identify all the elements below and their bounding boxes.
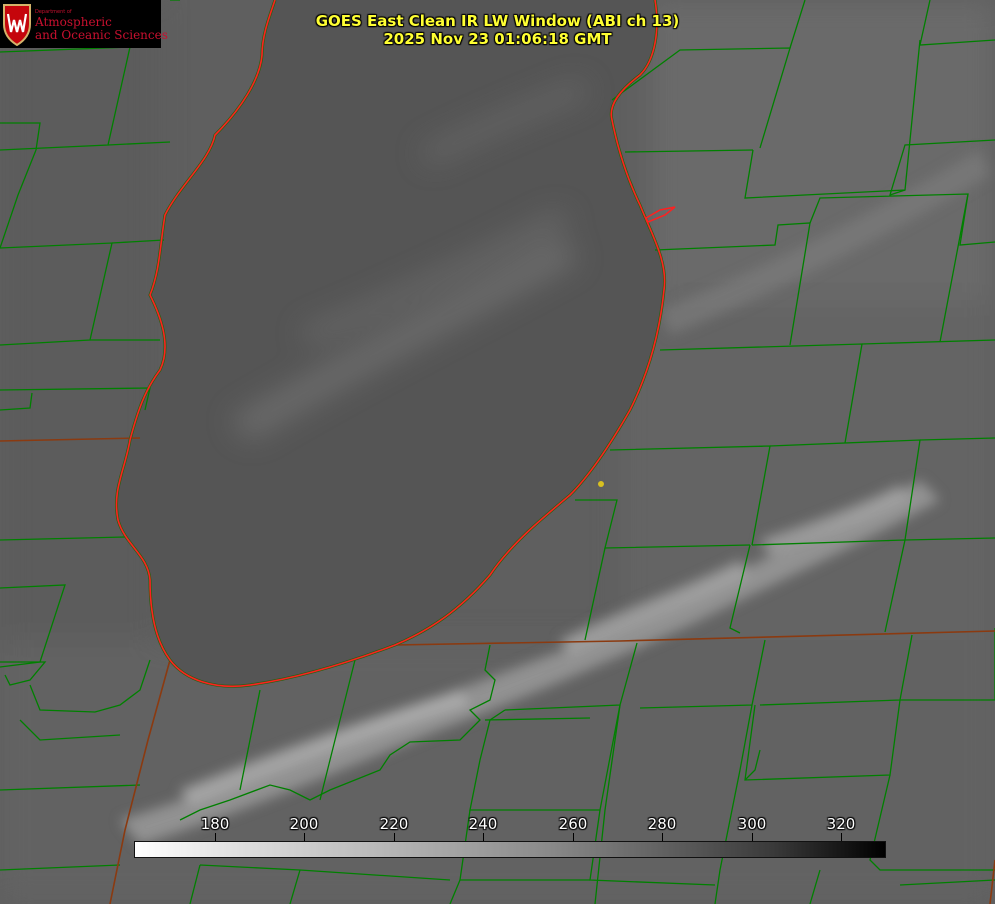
colorbar-tick-label: 260 <box>558 815 588 833</box>
colorbar-tick <box>662 833 663 841</box>
satellite-map <box>0 0 995 904</box>
colorbar-tick <box>304 833 305 841</box>
colorbar-tick <box>394 833 395 841</box>
colorbar-tick-label: 280 <box>647 815 677 833</box>
colorbar-tick <box>573 833 574 841</box>
colorbar-tick <box>841 833 842 841</box>
colorbar-tick-label: 220 <box>379 815 409 833</box>
colorbar <box>134 841 886 858</box>
location-marker <box>598 481 604 487</box>
colorbar-tick-label: 320 <box>826 815 856 833</box>
colorbar-tick-label: 300 <box>737 815 767 833</box>
title-line1: GOES East Clean IR LW Window (ABI ch 13) <box>315 12 680 30</box>
colorbar-tick <box>752 833 753 841</box>
colorbar-tick-label: 200 <box>289 815 319 833</box>
colorbar-tick <box>215 833 216 841</box>
image-title: GOES East Clean IR LW Window (ABI ch 13)… <box>0 12 995 48</box>
colorbar-tick-label: 180 <box>200 815 230 833</box>
colorbar-tick <box>483 833 484 841</box>
title-line2: 2025 Nov 23 01:06:18 GMT <box>383 30 612 48</box>
colorbar-tick-label: 240 <box>468 815 498 833</box>
